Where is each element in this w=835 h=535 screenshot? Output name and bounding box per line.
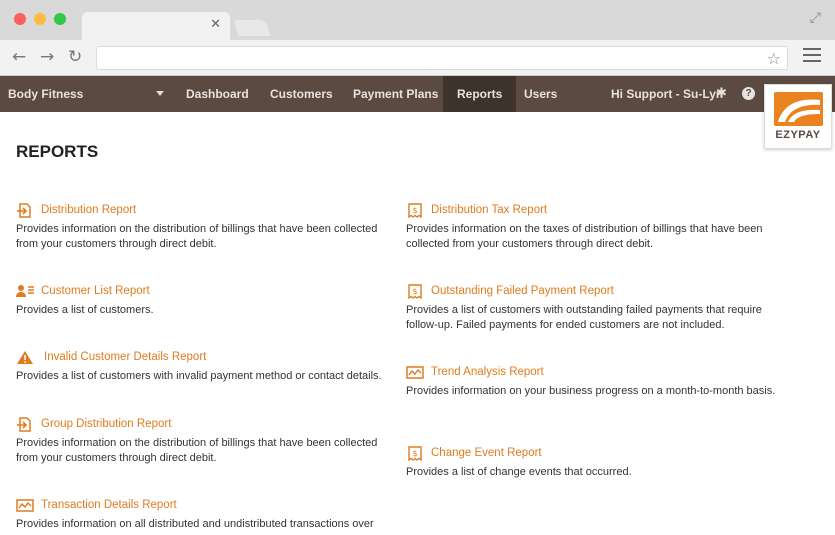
user-list-icon bbox=[16, 284, 34, 299]
nav-dashboard[interactable]: Dashboard bbox=[172, 76, 263, 112]
report-description: Provides a list of customers with outsta… bbox=[406, 304, 762, 331]
report-link[interactable]: $ Distribution Tax Report bbox=[406, 202, 786, 218]
report-description: Provides information on all distributed … bbox=[16, 518, 374, 530]
report-item: Transaction Details Report Provides info… bbox=[16, 497, 396, 532]
receipt-icon: $ bbox=[406, 445, 424, 461]
ezypay-logo: EZYPAY bbox=[764, 84, 832, 149]
close-window-button[interactable] bbox=[14, 13, 26, 25]
address-bar[interactable]: ☆ bbox=[96, 46, 788, 70]
report-item: $ Outstanding Failed Payment Report Prov… bbox=[406, 283, 786, 333]
tab-bar: ✕ ⤢ bbox=[0, 0, 835, 40]
tab-close-icon[interactable]: ✕ bbox=[210, 18, 221, 32]
fullscreen-icon[interactable]: ⤢ bbox=[810, 10, 821, 26]
svg-text:$: $ bbox=[412, 449, 417, 458]
maximize-window-button[interactable] bbox=[54, 13, 66, 25]
business-selector[interactable]: Body Fitness bbox=[8, 76, 83, 112]
receipt-icon: $ bbox=[406, 283, 424, 299]
report-title[interactable]: Trend Analysis Report bbox=[431, 366, 544, 378]
chevron-down-icon[interactable] bbox=[156, 91, 164, 96]
trend-chart-icon bbox=[16, 498, 34, 513]
report-title[interactable]: Transaction Details Report bbox=[41, 499, 177, 511]
app-navbar: Body Fitness Dashboard Customers Payment… bbox=[0, 76, 835, 112]
report-title[interactable]: Distribution Tax Report bbox=[431, 204, 547, 216]
ezypay-logo-mark bbox=[774, 92, 823, 126]
minimize-window-button[interactable] bbox=[34, 13, 46, 25]
report-title[interactable]: Outstanding Failed Payment Report bbox=[431, 285, 614, 297]
report-item: Distribution Report Provides information… bbox=[16, 202, 396, 252]
report-title[interactable]: Customer List Report bbox=[41, 285, 150, 297]
reload-icon[interactable]: ↻ bbox=[68, 48, 82, 66]
document-arrow-icon bbox=[16, 416, 34, 432]
report-description: Provides a list of customers with invali… bbox=[16, 370, 382, 382]
report-link[interactable]: Group Distribution Report bbox=[16, 416, 396, 432]
browser-menu-icon[interactable] bbox=[803, 48, 821, 62]
report-description: Provides information on the distribution… bbox=[16, 437, 378, 464]
report-link[interactable]: Transaction Details Report bbox=[16, 497, 396, 513]
report-description: Provides information on the taxes of dis… bbox=[406, 223, 763, 250]
report-description: Provides a list of customers. bbox=[16, 304, 154, 316]
report-link[interactable]: $ Outstanding Failed Payment Report bbox=[406, 283, 786, 299]
document-arrow-icon bbox=[16, 202, 34, 218]
ezypay-logo-text: EZYPAY bbox=[775, 129, 821, 141]
receipt-icon: $ bbox=[406, 202, 424, 218]
report-item: $ Distribution Tax Report Provides infor… bbox=[406, 202, 786, 252]
report-link[interactable]: Customer List Report bbox=[16, 283, 396, 299]
report-link[interactable]: Invalid Customer Details Report bbox=[16, 349, 396, 365]
page-title: REPORTS bbox=[16, 142, 99, 161]
report-title[interactable]: Group Distribution Report bbox=[41, 418, 171, 430]
warning-icon bbox=[16, 350, 34, 365]
browser-tab[interactable]: ✕ bbox=[82, 12, 230, 40]
back-icon[interactable]: ← bbox=[12, 48, 26, 66]
report-description: Provides a list of change events that oc… bbox=[406, 466, 632, 478]
browser-toolbar: ← → ↻ ☆ bbox=[0, 40, 835, 76]
report-link[interactable]: Distribution Report bbox=[16, 202, 396, 218]
report-title[interactable]: Invalid Customer Details Report bbox=[44, 351, 206, 363]
bookmark-star-icon[interactable]: ☆ bbox=[767, 49, 781, 68]
report-link[interactable]: $ Change Event Report bbox=[406, 445, 786, 461]
nav-customers[interactable]: Customers bbox=[256, 76, 347, 112]
report-description: Provides information on your business pr… bbox=[406, 385, 776, 397]
nav-users[interactable]: Users bbox=[510, 76, 571, 112]
trend-chart-icon bbox=[406, 365, 424, 380]
report-item: Invalid Customer Details Report Provides… bbox=[16, 349, 396, 384]
browser-chrome: ✕ ⤢ ← → ↻ ☆ bbox=[0, 0, 835, 76]
help-icon[interactable]: ? bbox=[742, 87, 755, 100]
svg-text:$: $ bbox=[412, 206, 417, 215]
forward-icon[interactable]: → bbox=[40, 48, 54, 66]
nav-payment-plans[interactable]: Payment Plans bbox=[339, 76, 452, 112]
report-item: $ Change Event Report Provides a list of… bbox=[406, 445, 786, 480]
user-greeting[interactable]: Hi Support - Su-Lyn bbox=[611, 76, 723, 112]
report-item: Trend Analysis Report Provides informati… bbox=[406, 364, 786, 399]
report-title[interactable]: Distribution Report bbox=[41, 204, 136, 216]
report-item: Group Distribution Report Provides infor… bbox=[16, 416, 396, 466]
report-description: Provides information on the distribution… bbox=[16, 223, 378, 250]
svg-text:$: $ bbox=[412, 287, 417, 296]
nav-reports[interactable]: Reports bbox=[443, 76, 517, 112]
report-item: Customer List Report Provides a list of … bbox=[16, 283, 396, 318]
report-title[interactable]: Change Event Report bbox=[431, 447, 542, 459]
new-tab-button[interactable] bbox=[233, 20, 271, 36]
report-link[interactable]: Trend Analysis Report bbox=[406, 364, 786, 380]
gear-icon[interactable]: ✱ bbox=[716, 76, 727, 112]
